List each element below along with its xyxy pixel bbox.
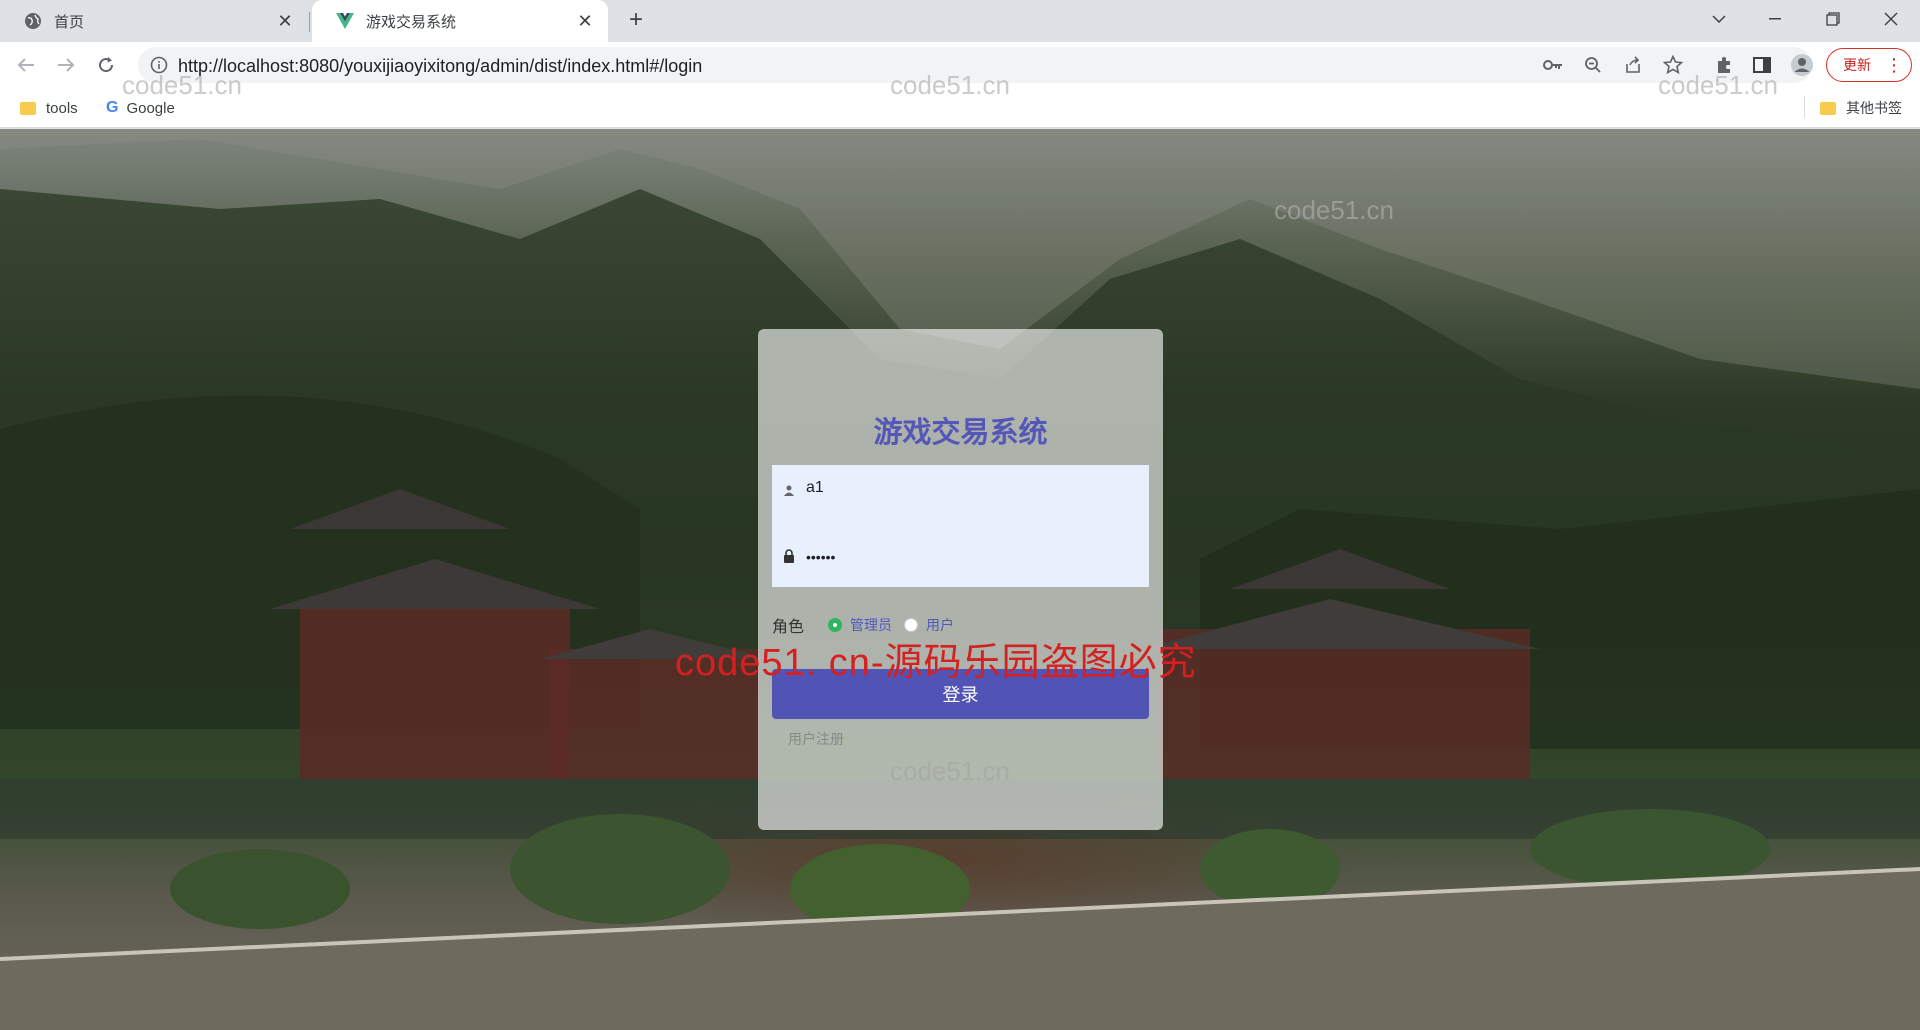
other-bookmarks-label: 其他书签 bbox=[1846, 100, 1902, 116]
share-icon[interactable] bbox=[1622, 54, 1644, 76]
globe-icon bbox=[24, 12, 42, 30]
tab-search-icon[interactable] bbox=[1696, 0, 1742, 38]
lock-icon bbox=[782, 549, 796, 563]
update-label: 更新 bbox=[1843, 57, 1871, 73]
bookmark-label: tools bbox=[46, 99, 78, 117]
user-icon bbox=[782, 483, 796, 497]
login-title: 游戏交易系统 bbox=[873, 417, 1048, 449]
username-field[interactable]: a1 bbox=[772, 465, 1149, 535]
minimize-icon[interactable] bbox=[1752, 0, 1798, 38]
tab-title: 首页 bbox=[54, 13, 85, 31]
password-field[interactable]: •••••• bbox=[772, 535, 1149, 587]
reload-icon[interactable] bbox=[92, 51, 120, 79]
bookmark-label: Google bbox=[126, 99, 175, 117]
tab-home[interactable]: 首页 ✕ bbox=[0, 0, 308, 42]
tab-title: 游戏交易系统 bbox=[366, 13, 457, 31]
site-watermark: code51.cn bbox=[122, 70, 242, 100]
bookmarks-separator bbox=[1804, 96, 1805, 118]
new-tab-button[interactable]: + bbox=[624, 8, 648, 33]
tab-separator bbox=[309, 12, 310, 32]
close-icon[interactable]: ✕ bbox=[576, 12, 594, 30]
menu-icon: ⋮ bbox=[1885, 55, 1903, 75]
username-value: a1 bbox=[806, 479, 824, 496]
folder-icon bbox=[1820, 101, 1836, 115]
close-icon[interactable]: ✕ bbox=[276, 12, 294, 30]
restore-icon[interactable] bbox=[1810, 0, 1856, 38]
login-page: code51.cn 游戏交易系统 a1 •••••• 角色 管理员 用户 登录 … bbox=[0, 129, 1920, 1030]
login-card: 游戏交易系统 a1 •••••• 角色 管理员 用户 登录 用户注册 bbox=[758, 329, 1163, 830]
radio-user[interactable] bbox=[904, 618, 919, 632]
watermark-banner: code51. cn-源码乐园盗图必究 bbox=[675, 642, 1197, 684]
password-value: •••••• bbox=[806, 549, 836, 565]
zoom-icon[interactable] bbox=[1582, 54, 1604, 76]
forward-icon[interactable] bbox=[52, 51, 80, 79]
back-icon[interactable] bbox=[12, 51, 40, 79]
update-button[interactable]: 更新 ⋮ bbox=[1826, 48, 1912, 82]
site-watermark: code51.cn bbox=[890, 756, 1010, 786]
site-watermark: code51.cn bbox=[890, 70, 1010, 100]
close-window-icon[interactable] bbox=[1868, 0, 1914, 38]
radio-admin[interactable] bbox=[828, 618, 843, 632]
site-watermark: code51.cn bbox=[1274, 195, 1394, 225]
register-link[interactable]: 用户注册 bbox=[788, 729, 844, 749]
folder-icon bbox=[20, 101, 36, 115]
site-watermark: code51.cn bbox=[1658, 70, 1778, 100]
address-url: http://localhost:8080/youxijiaoyixitong/… bbox=[178, 56, 703, 76]
other-bookmarks[interactable]: 其他书签 bbox=[1820, 96, 1902, 120]
tab-strip: 首页 ✕ 游戏交易系统 ✕ + bbox=[0, 0, 1920, 42]
profile-icon[interactable] bbox=[1788, 51, 1816, 79]
bookmark-tools[interactable]: tools bbox=[20, 96, 78, 120]
tab-login[interactable]: 游戏交易系统 ✕ bbox=[312, 0, 608, 42]
key-icon[interactable] bbox=[1542, 54, 1564, 76]
vue-logo-icon bbox=[336, 12, 354, 30]
google-icon: G bbox=[106, 99, 119, 116]
